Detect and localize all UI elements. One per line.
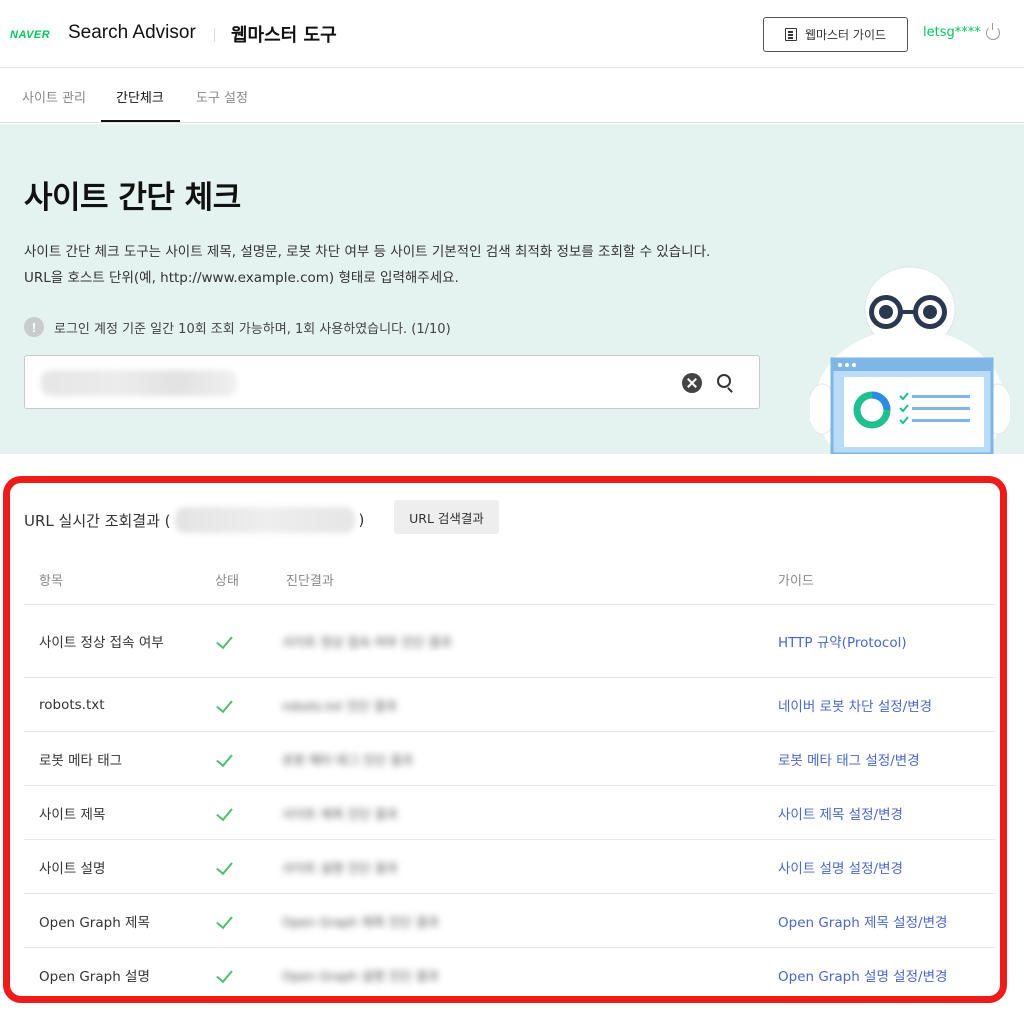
row-item-label: Open Graph 제목 — [39, 914, 150, 931]
row-result-text: 사이트 제목 진단 결과 — [282, 806, 398, 821]
row-item-label: robots.txt — [39, 696, 105, 713]
info-icon: ! — [24, 317, 44, 337]
nav-tabs: 사이트 관리 간단체크 도구 설정 — [0, 69, 1024, 123]
hero-section: 사이트 간단 체크 사이트 간단 체크 도구는 사이트 제목, 설명문, 로봇 … — [0, 124, 1024, 454]
usage-notice: ! 로그인 계정 기준 일간 10회 조회 가능하며, 1회 사용하였습니다. … — [24, 317, 451, 337]
row-guide-link[interactable]: Open Graph 제목 설정/변경 — [778, 911, 947, 931]
top-header: NAVER Search Advisor 웹마스터 도구 웹마스터 가이드 le… — [0, 0, 1024, 68]
tool-name[interactable]: 웹마스터 도구 — [231, 21, 337, 47]
tab-tool-settings[interactable]: 도구 설정 — [196, 87, 248, 106]
row-result-text: 사이트 정상 접속 여부 진단 결과 — [282, 634, 452, 650]
row-guide-link[interactable]: 사이트 설명 설정/변경 — [778, 857, 903, 877]
table-row: 로봇 메타 태그 로봇 메타 태그 진단 결과 로봇 메타 태그 설정/변경 — [24, 732, 996, 786]
user-id[interactable]: letsg**** — [923, 25, 981, 40]
page-title: 사이트 간단 체크 — [24, 180, 241, 216]
column-header-status: 상태 — [215, 574, 239, 589]
tab-simple-check[interactable]: 간단체크 — [116, 87, 164, 106]
row-item-label: 사이트 제목 — [39, 806, 106, 823]
usage-notice-text: 로그인 계정 기준 일간 10회 조회 가능하며, 1회 사용하였습니다. (1… — [54, 321, 451, 337]
row-item-label: Open Graph 설명 — [39, 969, 150, 985]
row-result-text: Open Graph 제목 진단 결과 — [282, 914, 439, 929]
row-guide-link[interactable]: Open Graph 설명 설정/변경 — [778, 965, 947, 985]
row-guide-link[interactable]: 로봇 메타 태그 설정/변경 — [778, 749, 920, 769]
check-icon — [216, 695, 233, 713]
naver-logo[interactable]: NAVER — [10, 29, 50, 41]
active-tab-indicator — [101, 120, 180, 122]
hero-description: 사이트 간단 체크 도구는 사이트 제목, 설명문, 로봇 차단 여부 등 사이… — [24, 239, 784, 291]
column-header-guide: 가이드 — [778, 574, 814, 589]
table-row: 사이트 설명 사이트 설명 진단 결과 사이트 설명 설정/변경 — [24, 840, 996, 894]
table-header: 항목 상태 진단결과 가이드 — [24, 552, 996, 605]
row-result-text: robots.txt 진단 결과 — [282, 698, 397, 713]
doc-icon — [784, 28, 797, 41]
row-item-label: 사이트 정상 접속 여부 — [39, 635, 164, 651]
check-icon — [216, 749, 233, 767]
clear-icon[interactable] — [682, 373, 702, 393]
blurred-result-url — [174, 507, 355, 533]
row-item-label: 사이트 설명 — [39, 860, 106, 877]
column-header-item: 항목 — [39, 574, 63, 589]
row-guide-link[interactable]: HTTP 규약(Protocol) — [778, 631, 907, 651]
webmaster-guide-button[interactable]: 웹마스터 가이드 — [763, 17, 908, 52]
result-table: 항목 상태 진단결과 가이드 사이트 정상 접속 여부 사이트 정상 접속 여부… — [24, 552, 996, 1002]
url-search-result-button[interactable]: URL 검색결과 — [394, 500, 499, 534]
check-icon — [216, 965, 233, 984]
hero-description-line-2: URL을 호스트 단위(예, http://www.example.com) 형… — [24, 270, 459, 286]
column-header-result: 진단결과 — [286, 574, 334, 589]
power-icon[interactable] — [986, 23, 1000, 40]
check-icon — [216, 911, 233, 929]
table-row: 사이트 제목 사이트 제목 진단 결과 사이트 제목 설정/변경 — [24, 786, 996, 840]
row-guide-link[interactable]: 사이트 제목 설정/변경 — [778, 803, 903, 823]
check-icon — [216, 857, 233, 875]
row-result-text: 로봇 메타 태그 진단 결과 — [282, 752, 413, 767]
row-result-text: Open Graph 설명 진단 결과 — [282, 968, 439, 984]
row-item-label: 로봇 메타 태그 — [39, 752, 123, 769]
result-title-prefix: URL 실시간 조회결과 ( — [24, 511, 171, 530]
tab-site-management[interactable]: 사이트 관리 — [22, 87, 86, 106]
check-icon — [216, 803, 233, 821]
hero-description-line-1: 사이트 간단 체크 도구는 사이트 제목, 설명문, 로봇 차단 여부 등 사이… — [24, 244, 711, 260]
row-result-text: 사이트 설명 진단 결과 — [282, 860, 398, 875]
robot-mascot — [810, 266, 1010, 454]
header-divider — [214, 28, 215, 42]
table-row: Open Graph 설명 Open Graph 설명 진단 결과 Open G… — [24, 948, 996, 1002]
table-row: Open Graph 제목 Open Graph 제목 진단 결과 Open G… — [24, 894, 996, 948]
table-row: robots.txt robots.txt 진단 결과 네이버 로봇 차단 설정… — [24, 678, 996, 732]
blurred-url-value — [41, 370, 237, 396]
search-icon[interactable] — [717, 374, 731, 388]
app-name[interactable]: Search Advisor — [68, 22, 196, 44]
result-title: URL 실시간 조회결과 ( ) — [24, 507, 364, 533]
url-search-box — [24, 355, 760, 409]
result-title-suffix: ) — [358, 511, 365, 529]
table-row: 사이트 정상 접속 여부 사이트 정상 접속 여부 진단 결과 HTTP 규약(… — [24, 605, 996, 678]
webmaster-guide-label: 웹마스터 가이드 — [804, 28, 887, 42]
row-guide-link[interactable]: 네이버 로봇 차단 설정/변경 — [778, 695, 932, 715]
check-icon — [216, 631, 233, 650]
